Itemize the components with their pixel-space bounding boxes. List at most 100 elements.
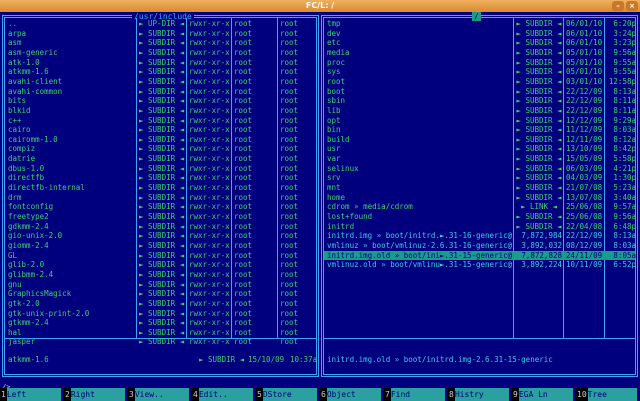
file-row[interactable]: blkid ► SUBDIR ◄ rwxr-xr-x root root [5, 106, 316, 116]
close-icon[interactable]: × [626, 1, 638, 11]
file-row[interactable]: srv ► SUBDIR ◄ 04/03/09 1:30p [324, 173, 636, 183]
function-key-label: Edit.. [198, 388, 253, 401]
permissions: rwxr-xr-x [189, 231, 230, 241]
function-key-egaln[interactable]: 9 EGA Ln [512, 388, 576, 401]
file-row[interactable]: root ► SUBDIR ◄ 03/01/10 12:58p [324, 77, 636, 87]
file-row[interactable]: opt ► SUBDIR ◄ 12/12/09 9:29a [324, 116, 636, 126]
group: root [280, 57, 299, 67]
file-row[interactable]: vmlinuz.old » boot/vmlinu►.31-15-generic… [324, 260, 636, 270]
file-name: giomm-2.4 [8, 240, 49, 250]
right-panel[interactable]: / tmp ► SUBDIR ◄ 06/01/10 6:20p dev ► SUBDIR … [321, 12, 638, 377]
minimize-icon[interactable]: – [612, 1, 624, 11]
file-row[interactable]: usr ► SUBDIR ◄ 13/10/09 8:42p [324, 144, 636, 154]
file-size: ► SUBDIR ◄ [516, 125, 562, 135]
function-key-number: 4 [192, 388, 199, 401]
file-row[interactable]: bits ► SUBDIR ◄ rwxr-xr-x root root [5, 96, 316, 106]
file-row[interactable]: GL ► SUBDIR ◄ rwxr-xr-x root root [5, 251, 316, 261]
function-key-left[interactable]: 1 Left [0, 388, 64, 401]
file-row[interactable]: sbin ► SUBDIR ◄ 22/12/09 8:11a [324, 96, 636, 106]
file-row[interactable]: home ► SUBDIR ◄ 13/07/08 3:40a [324, 192, 636, 203]
permissions: rwxr-xr-x [189, 212, 230, 221]
function-key-find[interactable]: 7 Find [384, 388, 448, 401]
file-row[interactable]: gtk-2.0 ► SUBDIR ◄ rwxr-xr-x root root [5, 299, 316, 309]
file-row[interactable]: mnt ► SUBDIR ◄ 21/07/08 5:23a [324, 183, 636, 193]
file-row[interactable]: asm-generic ► SUBDIR ◄ rwxr-xr-x root root [5, 48, 316, 58]
file-date: 06/01/10 [566, 19, 603, 28]
file-row[interactable]: cdrom » media/cdrom ► LINK ◄ 25/06/08 9:57a [324, 202, 636, 212]
file-date: 22/12/09 [566, 96, 603, 106]
file-row[interactable]: datrie ► SUBDIR ◄ rwxr-xr-x root root [5, 154, 316, 164]
file-row[interactable]: avahi-common ► SUBDIR ◄ rwxr-xr-x root root [5, 87, 316, 97]
function-key-edit[interactable]: 4 Edit.. [192, 388, 256, 401]
file-row[interactable]: sys ► SUBDIR ◄ 05/01/10 9:55a [324, 67, 636, 77]
permissions: rwxr-xr-x [189, 221, 230, 231]
function-key-histry[interactable]: 8 Histry [448, 388, 512, 401]
file-row[interactable]: gtk-unix-print-2.0 ► SUBDIR ◄ rwxr-xr-x roo… [5, 309, 316, 319]
owner: root [234, 192, 253, 202]
file-row[interactable]: asm ► SUBDIR ◄ rwxr-xr-x root root [5, 38, 316, 48]
file-row[interactable]: jasper ► SUBDIR ◄ rwxr-xr-x root root [5, 337, 316, 347]
file-row[interactable]: directfb-internal ► SUBDIR ◄ rwxr-xr-x root… [5, 183, 316, 193]
file-row[interactable]: glib-2.0 ► SUBDIR ◄ rwxr-xr-x root root [5, 260, 316, 270]
function-key-view[interactable]: 3 View.. [128, 388, 192, 401]
function-key-dstore[interactable]: 5 DStore [256, 388, 320, 401]
file-row[interactable]: lib ► SUBDIR ◄ 22/12/09 8:11a [324, 105, 636, 116]
file-row[interactable]: vmlinuz » boot/vmlinuz-2.6.31-16-generic… [324, 241, 636, 251]
file-row[interactable]: bin ► SUBDIR ◄ 11/12/09 8:03a [324, 125, 636, 135]
file-row[interactable]: proc ► SUBDIR ◄ 05/01/10 9:55a [324, 58, 636, 68]
file-row[interactable]: initrd.img » boot/initrd.►.31-16-generic… [324, 231, 636, 241]
file-row[interactable]: hal ► SUBDIR ◄ rwxr-xr-x root root [5, 328, 316, 338]
file-row[interactable]: drm ► SUBDIR ◄ rwxr-xr-x root root [5, 193, 316, 203]
file-type: ► SUBDIR ◄ [139, 28, 185, 38]
file-row[interactable]: gdkmm-2.4 ► SUBDIR ◄ rwxr-xr-x root root [5, 222, 316, 232]
file-row[interactable]: gio-unix-2.0 ► SUBDIR ◄ rwxr-xr-x root root [5, 231, 316, 241]
function-key-label: EGA Ln [518, 388, 573, 401]
group: root [280, 308, 299, 318]
file-name: datrie [8, 154, 36, 164]
file-row[interactable]: avahi-client ► SUBDIR ◄ rwxr-xr-x root root [5, 77, 316, 87]
file-row[interactable]: boot ► SUBDIR ◄ 22/12/09 8:13a [324, 86, 636, 97]
info-divider [324, 338, 635, 340]
file-row[interactable]: etc ► SUBDIR ◄ 06/01/10 3:23p [324, 38, 636, 48]
file-time: 8:03a [613, 125, 636, 135]
file-row[interactable]: media ► SUBDIR ◄ 05/01/10 9:56a [324, 48, 636, 58]
left-panel[interactable]: /usr/include .. ► UP-DIR ◄ rwxr-xr-x root ro… [2, 12, 319, 377]
file-name: usr [327, 144, 341, 154]
file-row[interactable]: .. ► UP-DIR ◄ rwxr-xr-x root root [5, 19, 316, 29]
file-row[interactable]: build ► SUBDIR ◄ 12/11/09 8:12a [324, 135, 636, 145]
file-row[interactable]: atkmm-1.6 ► SUBDIR ◄ rwxr-xr-x root root [5, 67, 316, 77]
function-key-right[interactable]: 2 Right [64, 388, 128, 401]
function-key-tree[interactable]: 10 Tree [576, 388, 640, 401]
file-row[interactable]: gtkmm-2.4 ► SUBDIR ◄ rwxr-xr-x root root [5, 318, 316, 328]
file-row[interactable]: selinux ► SUBDIR ◄ 06/03/09 4:21p [324, 163, 636, 174]
file-row[interactable]: dev ► SUBDIR ◄ 06/01/10 3:24p [324, 29, 636, 39]
file-row[interactable]: giomm-2.4 ► SUBDIR ◄ rwxr-xr-x root root [5, 241, 316, 251]
file-row[interactable]: initrd.img.old » boot/ini►.31-15-generic… [324, 250, 636, 261]
file-row[interactable]: atk-1.0 ► SUBDIR ◄ rwxr-xr-x root root [5, 58, 316, 68]
file-row[interactable]: arpa ► SUBDIR ◄ rwxr-xr-x root root [5, 29, 316, 39]
file-time: 3:40a [613, 192, 636, 202]
file-row[interactable]: dbus-1.0 ► SUBDIR ◄ rwxr-xr-x root root [5, 164, 316, 174]
file-row[interactable]: cairomm-1.0 ► SUBDIR ◄ rwxr-xr-x root root [5, 135, 316, 145]
file-row[interactable]: gnu ► SUBDIR ◄ rwxr-xr-x root root [5, 280, 316, 290]
file-row[interactable]: glibmm-2.4 ► SUBDIR ◄ rwxr-xr-x root root [5, 270, 316, 280]
file-date: 22/12/09 [566, 105, 603, 115]
file-row[interactable]: initrd ► SUBDIR ◄ 22/04/08 6:48p [324, 222, 636, 232]
file-row[interactable]: c++ ► SUBDIR ◄ rwxr-xr-x root root [5, 116, 316, 126]
file-type: ► SUBDIR ◄ [139, 318, 185, 328]
file-row[interactable]: GraphicsMagick ► SUBDIR ◄ rwxr-xr-x root roo… [5, 289, 316, 299]
file-row[interactable]: compiz ► SUBDIR ◄ rwxr-xr-x root root [5, 144, 316, 154]
file-row[interactable]: lost+found ► SUBDIR ◄ 25/06/08 9:56a [324, 212, 636, 222]
file-row[interactable]: freetype2 ► SUBDIR ◄ rwxr-xr-x root root [5, 212, 316, 222]
owner: root [234, 327, 253, 337]
file-name: directfb [8, 173, 45, 183]
permissions: rwxr-xr-x [189, 47, 230, 57]
function-key-object[interactable]: 6 Object [320, 388, 384, 401]
file-row[interactable]: cairo ► SUBDIR ◄ rwxr-xr-x root root [5, 125, 316, 135]
file-row[interactable]: fontconfig ► SUBDIR ◄ rwxr-xr-x root root [5, 202, 316, 212]
file-row[interactable]: var ► SUBDIR ◄ 15/05/09 5:58p [324, 154, 636, 164]
file-row[interactable]: tmp ► SUBDIR ◄ 06/01/10 6:20p [324, 19, 636, 29]
file-size: ► SUBDIR ◄ [516, 163, 562, 173]
file-row[interactable]: directfb ► SUBDIR ◄ rwxr-xr-x root root [5, 173, 316, 183]
file-size: ► SUBDIR ◄ [516, 86, 562, 96]
